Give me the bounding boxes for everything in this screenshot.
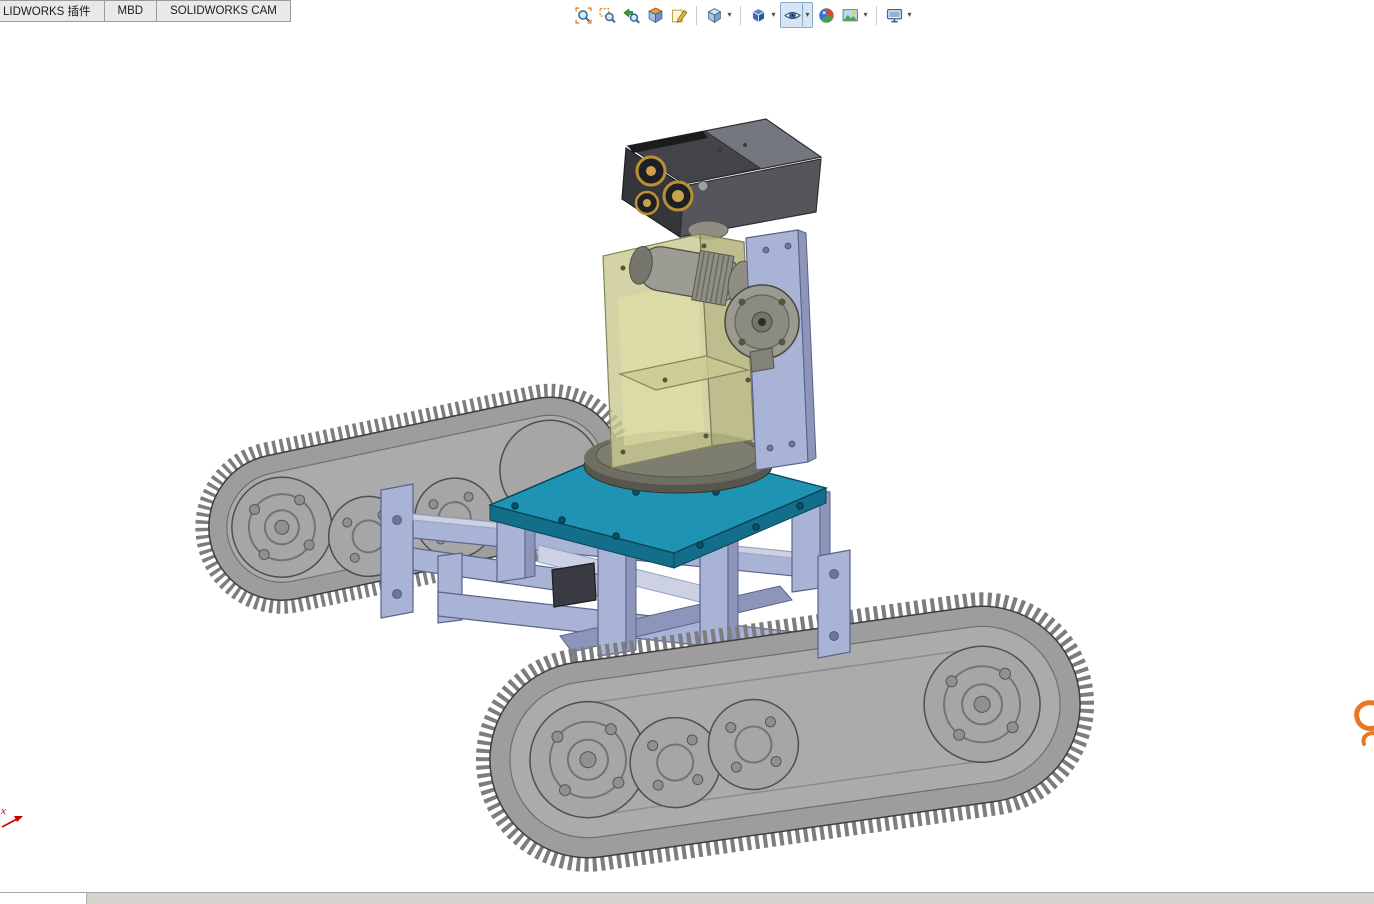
eye-icon bbox=[783, 11, 801, 19]
previous-view-icon bbox=[622, 7, 640, 24]
hide-show-items-button[interactable] bbox=[781, 3, 803, 27]
tab-solidworks-cam[interactable]: SOLIDWORKS CAM bbox=[157, 0, 291, 22]
previous-view-button[interactable] bbox=[620, 3, 642, 27]
view-orientation-dropdown[interactable]: ▾ bbox=[725, 3, 734, 27]
dynamic-annotation-views-button[interactable] bbox=[668, 3, 690, 27]
apply-scene-dropdown[interactable]: ▾ bbox=[861, 3, 870, 27]
view-orientation-cube-icon bbox=[707, 7, 721, 23]
zoom-to-area-icon bbox=[598, 7, 616, 23]
tab-mbd[interactable]: MBD bbox=[104, 0, 158, 22]
zoom-to-area-button[interactable] bbox=[596, 3, 618, 27]
view-settings-button[interactable] bbox=[883, 3, 905, 27]
toolbar-separator bbox=[696, 5, 697, 25]
bracket-hole bbox=[392, 515, 402, 525]
tab-solidworks-addins[interactable]: LIDWORKS 插件 bbox=[0, 0, 105, 22]
view-orientation-button[interactable] bbox=[703, 3, 725, 27]
scene-photo-icon bbox=[842, 8, 858, 21]
appearance-ball-icon bbox=[818, 7, 834, 23]
display-style-split: ▾ bbox=[747, 3, 778, 27]
heads-up-view-toolbar: ▾ ▾ ▾ ▾ ▾ bbox=[572, 2, 914, 28]
section-view-button[interactable] bbox=[644, 3, 666, 27]
status-bar-notch bbox=[0, 893, 87, 904]
section-view-icon bbox=[647, 7, 663, 23]
view-settings-dropdown[interactable]: ▾ bbox=[905, 3, 914, 27]
application-window: LIDWORKS 插件 MBD SOLIDWORKS CAM ▾ ▾ ▾ ▾ ▾… bbox=[0, 0, 1374, 904]
display-style-button[interactable] bbox=[747, 3, 769, 27]
ribbon-tab-bar: LIDWORKS 插件 MBD SOLIDWORKS CAM bbox=[0, 0, 291, 22]
hide-show-items-dropdown[interactable]: ▾ bbox=[803, 3, 812, 27]
annotation-pencil-icon bbox=[671, 9, 687, 23]
bracket-hole bbox=[392, 589, 402, 599]
graphics-viewport[interactable]: x bbox=[0, 0, 1374, 904]
view-settings-split: ▾ bbox=[883, 3, 914, 27]
toolbar-separator bbox=[876, 5, 877, 25]
right-mount-bracket[interactable] bbox=[817, 549, 851, 659]
camera-head[interactable] bbox=[621, 118, 823, 240]
apply-scene-button[interactable] bbox=[839, 3, 861, 27]
zoom-to-fit-button[interactable] bbox=[572, 3, 594, 27]
toolbar-separator bbox=[740, 5, 741, 25]
edit-appearance-button[interactable] bbox=[815, 3, 837, 27]
hide-show-items-split: ▾ bbox=[780, 2, 813, 28]
zoom-to-fit-icon bbox=[574, 6, 592, 24]
display-style-dropdown[interactable]: ▾ bbox=[769, 3, 778, 27]
axis-x-label: x bbox=[0, 805, 6, 817]
apply-scene-split: ▾ bbox=[839, 3, 870, 27]
monitor-icon bbox=[886, 8, 902, 22]
controller-box bbox=[551, 562, 597, 608]
status-bar bbox=[0, 892, 1374, 904]
display-style-cube-icon bbox=[751, 7, 765, 23]
view-orientation-split: ▾ bbox=[703, 3, 734, 27]
brand-glyph bbox=[1354, 700, 1374, 746]
axis-triad: x bbox=[0, 805, 23, 828]
